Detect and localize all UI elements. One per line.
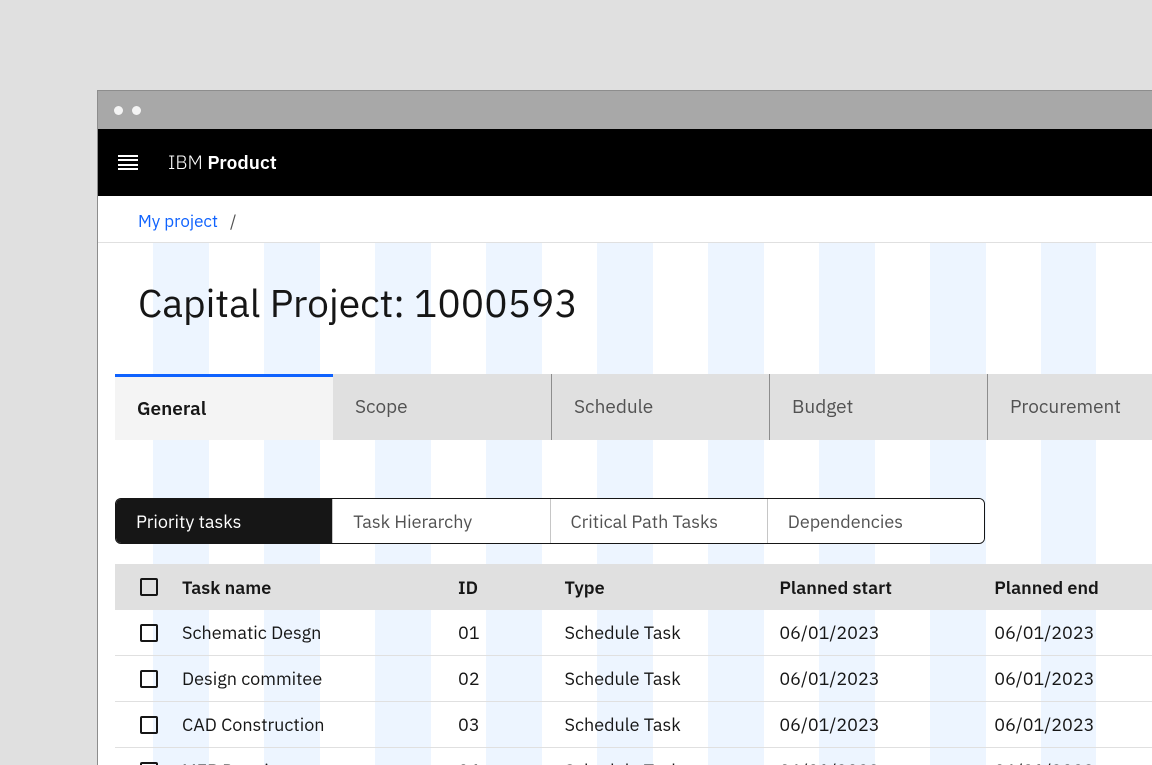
- window-dot-icon[interactable]: [132, 106, 141, 115]
- tab-scope[interactable]: Scope: [333, 374, 551, 440]
- table-header-row: Task name ID Type Planned start Planned …: [115, 564, 1152, 610]
- tab-schedule[interactable]: Schedule: [551, 374, 769, 440]
- subtab-label: Task Hierarchy: [353, 510, 472, 533]
- cell-name: CAD Construction: [182, 713, 458, 736]
- brand-prefix: IBM: [168, 151, 203, 175]
- tab-list: General Scope Schedule Budget Procuremen…: [115, 374, 1152, 440]
- col-header-start: Planned start: [779, 576, 994, 599]
- row-checkbox[interactable]: [140, 762, 158, 765]
- subtab-label: Critical Path Tasks: [571, 510, 719, 533]
- tab-budget[interactable]: Budget: [769, 374, 987, 440]
- subtab-priority-tasks[interactable]: Priority tasks: [116, 499, 332, 543]
- cell-start: 06/01/2023: [779, 759, 994, 765]
- tab-label: General: [137, 397, 206, 421]
- cell-name: Schematic Desgn: [182, 621, 458, 644]
- cell-start: 06/01/2023: [779, 667, 994, 690]
- subtab-dependencies[interactable]: Dependencies: [767, 499, 984, 543]
- table-row[interactable]: Design commitee 02 Schedule Task 06/01/2…: [115, 656, 1152, 702]
- app-header: IBM Product: [98, 129, 1152, 196]
- col-header-type: Type: [564, 576, 779, 599]
- subtab-label: Dependencies: [788, 510, 903, 533]
- content-area: My project / Capital Project: 1000593 Ge…: [98, 196, 1152, 765]
- cell-id: 03: [458, 713, 564, 736]
- window-dot-icon[interactable]: [114, 106, 123, 115]
- subtab-task-hierarchy[interactable]: Task Hierarchy: [332, 499, 549, 543]
- tab-label: Procurement: [1010, 395, 1121, 419]
- select-all-checkbox[interactable]: [140, 578, 158, 596]
- cell-id: 04: [458, 759, 564, 765]
- cell-start: 06/01/2023: [779, 621, 994, 644]
- table-row[interactable]: MEP Drawings 04 Schedule Task 06/01/2023…: [115, 748, 1152, 765]
- window: IBM Product My project / Capital Project…: [97, 90, 1152, 765]
- tab-label: Schedule: [574, 395, 653, 419]
- cell-type: Schedule Task: [564, 667, 779, 690]
- cell-type: Schedule Task: [564, 713, 779, 736]
- tab-label: Scope: [355, 395, 408, 419]
- row-checkbox[interactable]: [140, 624, 158, 642]
- cell-end: 06/01/2023: [994, 621, 1152, 644]
- row-checkbox[interactable]: [140, 670, 158, 688]
- col-header-name: Task name: [182, 576, 458, 599]
- cell-name: MEP Drawings: [182, 759, 458, 765]
- brand-name: Product: [207, 151, 276, 175]
- cell-id: 02: [458, 667, 564, 690]
- tasks-table: Task name ID Type Planned start Planned …: [115, 564, 1152, 765]
- subtab-label: Priority tasks: [136, 510, 241, 533]
- cell-id: 01: [458, 621, 564, 644]
- cell-type: Schedule Task: [564, 621, 779, 644]
- menu-icon[interactable]: [118, 155, 138, 171]
- tab-label: Budget: [792, 395, 853, 419]
- cell-type: Schedule Task: [564, 759, 779, 765]
- table-row[interactable]: Schematic Desgn 01 Schedule Task 06/01/2…: [115, 610, 1152, 656]
- cell-start: 06/01/2023: [779, 713, 994, 736]
- breadcrumb-link[interactable]: My project: [138, 210, 218, 232]
- cell-name: Design commitee: [182, 667, 458, 690]
- cell-end: 06/01/2023: [994, 759, 1152, 765]
- cell-end: 06/01/2023: [994, 713, 1152, 736]
- breadcrumb: My project /: [98, 196, 1152, 243]
- breadcrumb-separator: /: [230, 210, 237, 232]
- app-brand: IBM Product: [168, 151, 277, 175]
- subtab-list: Priority tasks Task Hierarchy Critical P…: [115, 498, 985, 544]
- window-titlebar: [98, 91, 1152, 129]
- cell-end: 06/01/2023: [994, 667, 1152, 690]
- tab-procurement[interactable]: Procurement: [987, 374, 1152, 440]
- subtab-critical-path[interactable]: Critical Path Tasks: [550, 499, 767, 543]
- col-header-end: Planned end: [994, 576, 1152, 599]
- table-row[interactable]: CAD Construction 03 Schedule Task 06/01/…: [115, 702, 1152, 748]
- row-checkbox[interactable]: [140, 716, 158, 734]
- col-header-id: ID: [458, 576, 564, 599]
- tab-general[interactable]: General: [115, 374, 333, 440]
- page-title: Capital Project: 1000593: [98, 243, 1152, 374]
